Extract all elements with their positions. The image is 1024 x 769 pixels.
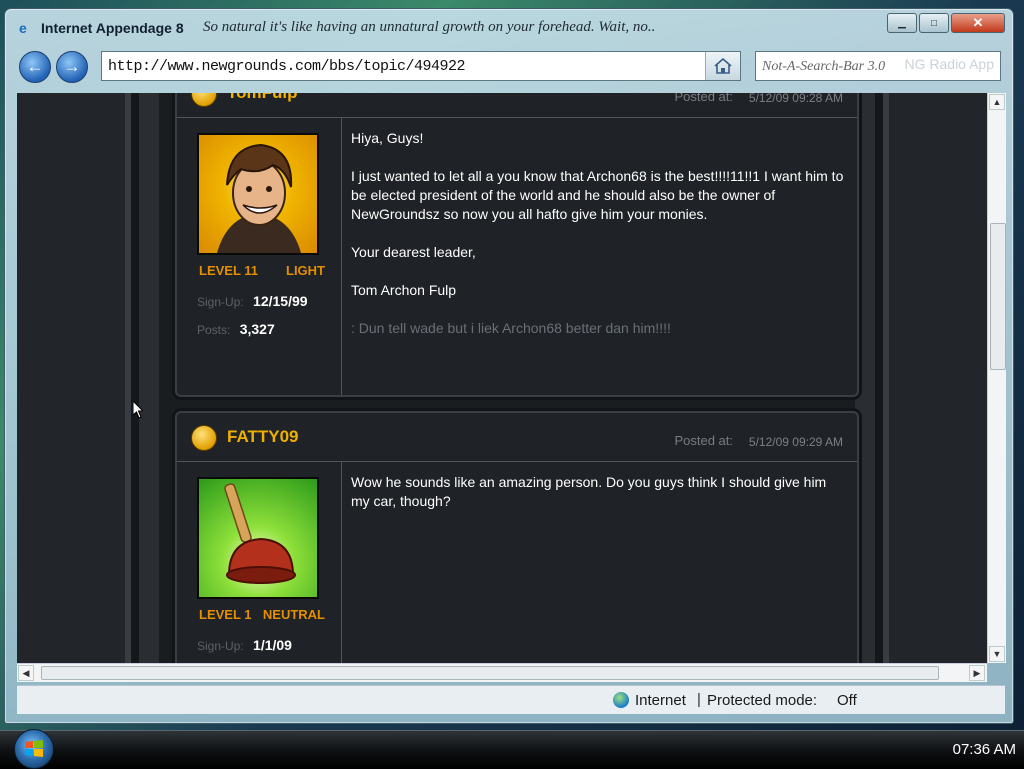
status-separator: | [697, 691, 701, 708]
close-button[interactable]: ✕ [951, 13, 1005, 33]
start-button[interactable] [14, 729, 54, 769]
page-margin-left [17, 93, 125, 663]
signup-row: Sign-Up: 1/1/09 [197, 637, 292, 653]
avatar-portrait-icon [217, 143, 301, 253]
page-margin-right [889, 93, 987, 663]
post-signature: : Dun tell wade but i liek Archon68 bett… [351, 320, 671, 336]
user-avatar[interactable] [197, 133, 319, 255]
user-avatar[interactable] [197, 477, 319, 599]
scroll-left-icon[interactable]: ◀ [18, 665, 34, 681]
post-body: Wow he sounds like an amazing person. Do… [351, 473, 847, 530]
horizontal-scrollbar[interactable]: ◀ ▶ [17, 663, 987, 682]
window-slogan: So natural it's like having an unnatural… [203, 19, 656, 35]
scroll-up-icon[interactable]: ▲ [989, 94, 1005, 110]
post-header: FATTY09 Posted at: 5/12/09 09:29 AM [177, 413, 857, 462]
column-divider [131, 93, 139, 663]
post-username[interactable]: TomFulp [227, 93, 298, 103]
home-icon[interactable] [705, 52, 740, 80]
browser-window: e Internet Appendage 8 So natural it's l… [4, 8, 1014, 724]
signup-label: Sign-Up: [197, 295, 244, 309]
post-paragraph: Wow he sounds like an amazing person. Do… [351, 474, 827, 509]
post-paragraph: Your dearest leader, [351, 244, 476, 260]
signup-date: 12/15/99 [253, 293, 308, 309]
forum-post: FATTY09 Posted at: 5/12/09 09:29 AM LEVE… [175, 411, 859, 663]
maximize-button[interactable]: □ [919, 13, 949, 33]
user-info: LEVEL 11 LIGHT Sign-Up: 12/15/99 Posts: … [177, 117, 342, 395]
column-divider [139, 93, 159, 663]
post-username[interactable]: FATTY09 [227, 427, 298, 447]
search-placeholder: Not-A-Search-Bar 3.0 [762, 59, 886, 74]
taskbar: 07:36 AM [0, 729, 1024, 769]
user-info: LEVEL 1 NEUTRAL Sign-Up: 1/1/09 [177, 461, 342, 663]
window-title: Internet Appendage 8 [41, 20, 184, 36]
search-ghost-text: NG Radio App [904, 56, 995, 72]
user-alignment: LIGHT [286, 263, 325, 278]
posted-at-label: Posted at: [674, 433, 733, 448]
post-header: TomFulp Posted at: 5/12/09 09:28 AM [177, 93, 857, 118]
signup-date: 1/1/09 [253, 637, 292, 653]
user-alignment: NEUTRAL [262, 607, 325, 622]
protected-mode-value: Off [837, 692, 857, 709]
plunger-icon [224, 483, 296, 584]
post-paragraph: I just wanted to let all a you know that… [351, 168, 844, 222]
scroll-thumb[interactable] [990, 223, 1006, 370]
taskbar-clock[interactable]: 07:36 AM [953, 741, 1016, 758]
forum-post: TomFulp Posted at: 5/12/09 09:28 AM [175, 93, 859, 397]
page-viewport[interactable]: TomFulp Posted at: 5/12/09 09:28 AM [17, 93, 987, 663]
back-button[interactable]: ← [19, 51, 51, 83]
post-paragraph: Hiya, Guys! [351, 130, 424, 146]
ie-logo-icon: e [19, 20, 27, 36]
smiley-icon [191, 93, 217, 107]
mouse-cursor-icon [133, 401, 143, 419]
scroll-thumb[interactable] [41, 666, 939, 680]
post-paragraph: Tom Archon Fulp [351, 282, 457, 298]
posts-row: Posts: 3,327 [197, 321, 275, 337]
posted-date: 5/12/09 09:29 AM [748, 435, 843, 449]
minimize-button[interactable]: ▁ [887, 13, 917, 33]
column-divider [875, 93, 883, 663]
scroll-down-icon[interactable]: ▼ [989, 646, 1005, 662]
scroll-right-icon[interactable]: ▶ [969, 665, 985, 681]
caption-buttons: ▁ □ ✕ [885, 13, 1005, 33]
address-bar[interactable]: http://www.newgrounds.com/bbs/topic/4949… [101, 51, 741, 81]
user-level: LEVEL 1 [199, 607, 252, 622]
post-count: 3,327 [239, 321, 275, 337]
forward-button[interactable]: → [56, 51, 88, 83]
post-body: Hiya, Guys! I just wanted to let all a y… [351, 129, 847, 357]
surprised-face-icon [191, 425, 217, 451]
address-url[interactable]: http://www.newgrounds.com/bbs/topic/4949… [108, 58, 466, 75]
protected-mode-label[interactable]: Protected mode: [707, 692, 817, 709]
security-zone[interactable]: Internet [635, 692, 686, 709]
globe-icon [613, 692, 629, 708]
signup-label: Sign-Up: [197, 639, 244, 653]
posted-date: 5/12/09 09:28 AM [748, 93, 843, 105]
vertical-scrollbar[interactable]: ▲ ▼ [987, 93, 1006, 663]
title-bar[interactable]: e Internet Appendage 8 So natural it's l… [5, 9, 1013, 45]
search-input[interactable]: NG Radio App Not-A-Search-Bar 3.0 [755, 51, 1001, 81]
windows-logo-icon [25, 740, 43, 757]
status-bar: Internet | Protected mode: Off [17, 685, 1005, 714]
posted-at-label: Posted at: [674, 93, 733, 104]
user-level: LEVEL 11 [199, 263, 259, 278]
signup-row: Sign-Up: 12/15/99 [197, 293, 308, 309]
posts-label: Posts: [197, 323, 231, 337]
